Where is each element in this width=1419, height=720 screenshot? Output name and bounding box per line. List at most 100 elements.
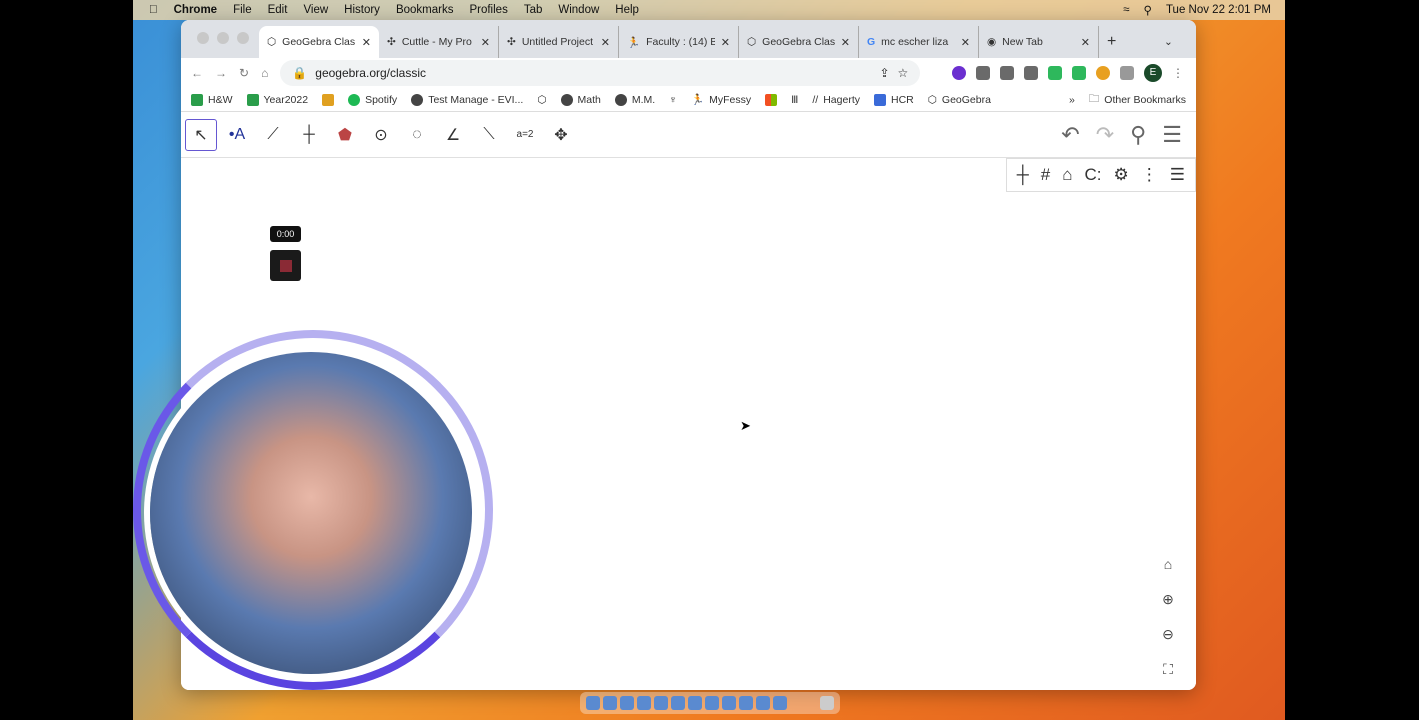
bookmark-geogebra[interactable]: ⬡ GeoGebra <box>928 94 991 106</box>
stop-recording-button[interactable] <box>270 250 301 281</box>
dock-app-icon[interactable] <box>722 696 736 710</box>
extension-icon[interactable] <box>1000 66 1014 80</box>
other-bookmarks[interactable]: 🗀 Other Bookmarks <box>1089 91 1186 109</box>
star-icon[interactable]: ☆ <box>898 66 909 80</box>
bookmark-shield[interactable] <box>322 93 335 106</box>
back-icon[interactable]: ← <box>191 66 203 80</box>
axes-icon[interactable]: ┼ <box>1017 165 1029 185</box>
close-tab-icon[interactable]: ✕ <box>721 36 730 49</box>
dock-app-icon[interactable] <box>654 696 668 710</box>
forward-icon[interactable]: → <box>215 66 227 80</box>
minimize-button[interactable] <box>217 32 229 44</box>
menu-window[interactable]: Window <box>558 4 599 16</box>
bookmark-myfessy[interactable]: 🏃 MyFessy <box>691 93 751 107</box>
dock-app-icon[interactable] <box>620 696 634 710</box>
menu-app[interactable]: Chrome <box>174 4 217 16</box>
tab-google-search[interactable]: Gmc escher liza ✕ <box>859 26 979 58</box>
share-icon[interactable]: ⇪ <box>879 66 889 80</box>
menu-file[interactable]: File <box>233 4 252 16</box>
style-bar-toggle-icon[interactable]: ☰ <box>1170 165 1185 185</box>
fullscreen-icon[interactable]: ⛶ <box>1158 661 1178 678</box>
clock[interactable]: Tue Nov 22 2:01 PM <box>1166 4 1271 16</box>
bookmark-hagerty[interactable]: //Hagerty <box>812 94 860 106</box>
menu-view[interactable]: View <box>303 4 328 16</box>
bookmark-test-manage[interactable]: Test Manage - EVI... <box>411 93 523 106</box>
bookmark-hw[interactable]: H&W <box>191 93 233 106</box>
more-menu-icon[interactable]: ⋮ <box>1172 66 1186 80</box>
more-bookmarks-icon[interactable]: » <box>1069 94 1075 106</box>
hamburger-menu-icon[interactable]: ☰ <box>1162 122 1182 148</box>
point-tool[interactable]: •A <box>221 119 253 151</box>
move-view-tool[interactable]: ✥ <box>545 119 577 151</box>
menu-help[interactable]: Help <box>615 4 639 16</box>
redo-icon[interactable]: ↷ <box>1096 122 1114 148</box>
tab-cuttle[interactable]: ✣ Cuttle - My Pro ✕ <box>379 26 499 58</box>
angle-tool[interactable]: ∠ <box>437 119 469 151</box>
menu-edit[interactable]: Edit <box>268 4 288 16</box>
close-tab-icon[interactable]: ✕ <box>481 36 490 49</box>
undo-icon[interactable]: ↶ <box>1061 122 1079 148</box>
zoom-out-icon[interactable]: ⊖ <box>1158 626 1178 643</box>
bookmark-math[interactable]: Math <box>560 93 601 106</box>
bookmark-microsoft[interactable] <box>765 93 778 106</box>
line-tool[interactable]: ⟋ <box>257 119 289 151</box>
extension-icon[interactable] <box>1096 66 1110 80</box>
home-icon[interactable]: ⌂ <box>261 66 268 80</box>
tab-geogebra[interactable]: ⬡ GeoGebra Clas ✕ <box>259 26 379 58</box>
url-text[interactable]: geogebra.org/classic <box>315 66 426 80</box>
bookmark-geogebra-icon[interactable]: ⬡ <box>537 94 546 106</box>
menu-history[interactable]: History <box>344 4 380 16</box>
grid-icon[interactable]: # <box>1041 165 1050 185</box>
move-tool[interactable]: ↖ <box>185 118 217 151</box>
extension-icon[interactable] <box>976 66 990 80</box>
slider-tool[interactable]: a=2 <box>509 119 541 151</box>
profile-avatar[interactable]: E <box>1144 64 1162 82</box>
standard-view-home-icon[interactable]: ⌂ <box>1158 556 1178 572</box>
close-tab-icon[interactable]: ✕ <box>961 36 970 49</box>
tab-faculty[interactable]: 🏃 Faculty : (14) B ✕ <box>619 26 739 58</box>
polygon-tool[interactable]: ⬟ <box>329 119 361 151</box>
bookmark-mm[interactable]: M.M. <box>614 93 655 106</box>
webcam-overlay[interactable] <box>150 352 472 674</box>
perpendicular-tool[interactable]: ┼ <box>293 119 325 151</box>
home-icon[interactable]: ⌂ <box>1062 165 1072 185</box>
close-tab-icon[interactable]: ✕ <box>362 36 371 49</box>
tab-untitled[interactable]: ✣ Untitled Project ✕ <box>499 26 619 58</box>
bookmark-year2022[interactable]: Year2022 <box>246 93 308 106</box>
dock-app-icon[interactable] <box>637 696 651 710</box>
extension-icon[interactable] <box>1048 66 1062 80</box>
dock-app-icon[interactable] <box>773 696 787 710</box>
menu-tab[interactable]: Tab <box>524 4 543 16</box>
trash-icon[interactable] <box>820 696 834 710</box>
apple-icon[interactable]:  <box>149 4 158 16</box>
bookmark-spotify[interactable]: Spotify <box>348 93 397 106</box>
extension-icon[interactable] <box>1024 66 1038 80</box>
close-window-button[interactable] <box>197 32 209 44</box>
dock-app-icon[interactable] <box>705 696 719 710</box>
new-tab-button[interactable]: + <box>1099 26 1129 58</box>
reflect-tool[interactable]: ⟍ <box>473 119 505 151</box>
dock-app-icon[interactable] <box>739 696 753 710</box>
close-tab-icon[interactable]: ✕ <box>841 36 850 49</box>
gear-icon[interactable]: ⚙ <box>1114 165 1129 185</box>
search-icon[interactable]: ⚲ <box>1130 122 1146 148</box>
extension-icon[interactable] <box>1072 66 1086 80</box>
tab-new-tab[interactable]: ◉ New Tab ✕ <box>979 26 1099 58</box>
point-capture-icon[interactable]: C: <box>1085 165 1102 185</box>
zoom-button[interactable] <box>237 32 249 44</box>
search-icon[interactable]: ⚲ <box>1144 3 1152 17</box>
more-icon[interactable]: ⋮ <box>1141 165 1158 185</box>
tab-geogebra-2[interactable]: ⬡ GeoGebra Clas ✕ <box>739 26 859 58</box>
dock-app-icon[interactable] <box>756 696 770 710</box>
address-bar[interactable]: 🔒 geogebra.org/classic ⇪ ☆ <box>280 60 921 86</box>
extension-icon[interactable] <box>952 66 966 80</box>
menu-profiles[interactable]: Profiles <box>469 4 507 16</box>
close-tab-icon[interactable]: ✕ <box>1081 36 1090 49</box>
dock-app-icon[interactable] <box>671 696 685 710</box>
puzzle-icon[interactable] <box>1120 66 1134 80</box>
circle-tool[interactable]: ⊙ <box>365 119 397 151</box>
wifi-icon[interactable]: ≈ <box>1123 4 1129 16</box>
bookmark-icon[interactable]: ♆ <box>669 94 677 106</box>
dock-app-icon[interactable] <box>586 696 600 710</box>
conic-tool[interactable]: ◌ <box>401 119 433 151</box>
